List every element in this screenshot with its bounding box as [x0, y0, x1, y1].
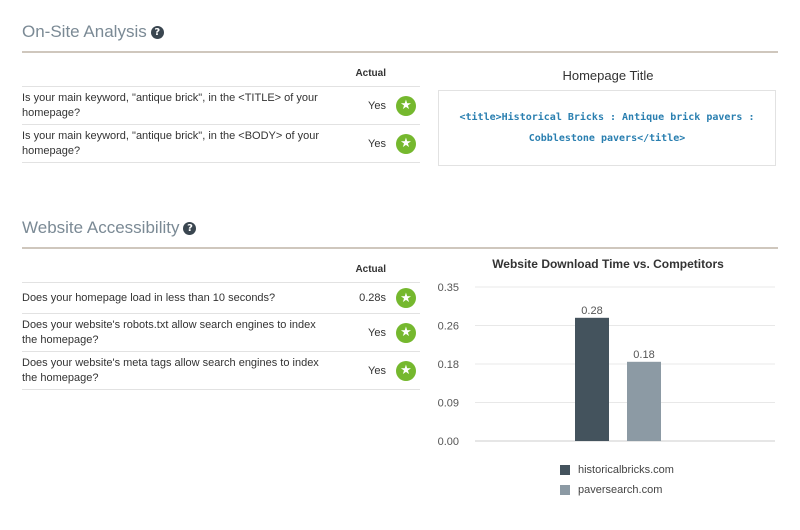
table-row: Does your website's robots.txt allow sea… — [22, 313, 420, 351]
legend-label: historicalbricks.com — [578, 464, 674, 476]
star-icon: ★ — [396, 322, 416, 343]
actual-column-header: Actual — [355, 68, 386, 79]
answer-value: Yes — [368, 99, 386, 112]
legend-label: paversearch.com — [578, 484, 663, 496]
homepage-title-box: <title>Historical Bricks : Antique brick… — [438, 90, 776, 166]
table-row: Does your homepage load in less than 10 … — [22, 282, 420, 313]
legend-item[interactable]: paversearch.com — [560, 480, 674, 500]
question-text: Does your website's robots.txt allow sea… — [22, 318, 316, 346]
actual-column-header: Actual — [355, 264, 386, 275]
legend-swatch — [560, 485, 570, 495]
star-icon: ★ — [396, 360, 416, 381]
answer-value: Yes — [368, 137, 386, 150]
y-tick-label: 0.18 — [438, 359, 459, 371]
table-row: Does your website's meta tags allow sear… — [22, 351, 420, 390]
y-tick-label: 0.09 — [438, 398, 459, 410]
bar — [627, 361, 661, 441]
y-tick-label: 0.00 — [438, 436, 459, 448]
accessibility-section-title: Website Accessibility ? — [22, 218, 197, 238]
accessibility-table-header: Actual — [22, 260, 420, 282]
onsite-table: Actual Is your main keyword, "antique br… — [22, 64, 420, 163]
question-text: Is your main keyword, "antique brick", i… — [22, 91, 318, 119]
star-icon: ★ — [396, 95, 416, 116]
chart-legend: historicalbricks.com paversearch.com — [560, 460, 674, 500]
legend-swatch — [560, 465, 570, 475]
onsite-table-header: Actual — [22, 64, 420, 86]
accessibility-divider — [22, 247, 778, 249]
bar-value-label: 0.28 — [581, 305, 602, 317]
answer-value: 0.28s — [359, 292, 386, 304]
question-text: Does your homepage load in less than 10 … — [22, 291, 276, 304]
answer-value: Yes — [368, 326, 386, 339]
star-icon: ★ — [396, 133, 416, 154]
answer-value: Yes — [368, 364, 386, 377]
bar-value-label: 0.18 — [633, 349, 654, 361]
onsite-section-title: On-Site Analysis ? — [22, 22, 164, 42]
question-text: Is your main keyword, "antique brick", i… — [22, 129, 319, 157]
accessibility-table: Actual Does your homepage load in less t… — [22, 260, 420, 390]
bar — [575, 317, 609, 441]
help-icon[interactable]: ? — [183, 221, 197, 235]
accessibility-title-text: Website Accessibility — [22, 218, 180, 237]
y-tick-label: 0.26 — [438, 321, 459, 333]
y-tick-label: 0.35 — [438, 282, 459, 294]
onsite-title-text: On-Site Analysis — [22, 22, 147, 41]
star-icon: ★ — [396, 288, 416, 308]
table-row: Is your main keyword, "antique brick", i… — [22, 124, 420, 163]
help-icon[interactable]: ? — [150, 25, 164, 39]
table-row: Is your main keyword, "antique brick", i… — [22, 86, 420, 124]
homepage-title-label: Homepage Title — [562, 68, 654, 83]
legend-item[interactable]: historicalbricks.com — [560, 460, 674, 480]
homepage-title-code: <title>Historical Bricks : Antique brick… — [459, 112, 755, 144]
question-text: Does your website's meta tags allow sear… — [22, 356, 319, 384]
chart-title: Website Download Time vs. Competitors — [492, 257, 724, 271]
download-time-chart: 0.00 0.09 0.18 0.26 0.35 0.28 0.18 — [438, 282, 775, 448]
onsite-divider — [22, 51, 778, 53]
